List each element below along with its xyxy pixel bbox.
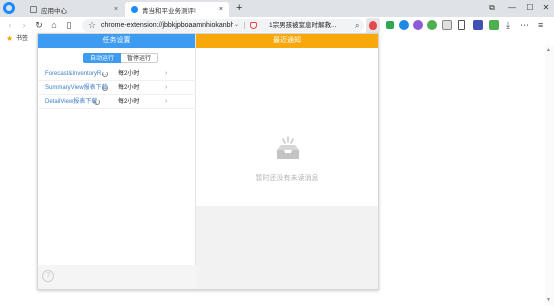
task-settings-panel: 任务设置 自动运行 暂停运行 Forecast&InventoryR... 每2… — [38, 34, 196, 289]
forward-icon[interactable]: › — [18, 19, 30, 31]
search-icon[interactable]: ⌕ — [355, 19, 359, 32]
notifications-footer — [196, 206, 378, 289]
chevron-right-icon[interactable]: › — [165, 67, 167, 81]
tab-bar: 应用中心 × 青当和平业务测评! × + ⧉ — ☐ ✕ — [0, 0, 554, 17]
extension-plus-icon[interactable] — [386, 21, 394, 29]
scroll-up-icon[interactable]: ▲ — [546, 47, 551, 53]
bookmark-label[interactable]: 书签 — [16, 34, 28, 45]
task-name[interactable]: SummaryView报表下载 — [45, 81, 108, 95]
task-name[interactable]: Forecast&InventoryR... — [45, 67, 106, 81]
new-tab-button[interactable]: + — [236, 2, 242, 15]
reload-icon[interactable]: ↻ — [33, 19, 45, 31]
extension-grid-icon[interactable] — [489, 20, 499, 30]
extension-popup: 任务设置 自动运行 暂停运行 Forecast&InventoryR... 每2… — [37, 33, 379, 290]
task-name[interactable]: DetailView报表下载 — [45, 95, 97, 109]
task-list: Forecast&InventoryR... 每2小时 › SummaryVie… — [38, 67, 196, 109]
tab-label: 青当和平业务测评! — [142, 7, 196, 15]
task-interval: 每2小时 — [118, 85, 140, 91]
home-icon[interactable]: ⌂ — [48, 19, 60, 31]
task-row[interactable]: Forecast&InventoryR... 每2小时 › — [38, 67, 196, 81]
task-row[interactable]: DetailView报表下载 每2小时 › — [38, 95, 196, 109]
tab-label: 应用中心 — [41, 7, 67, 15]
refresh-icon[interactable] — [94, 99, 100, 105]
left-footer: ? — [38, 265, 196, 289]
page-icon — [30, 6, 37, 13]
close-icon[interactable]: × — [219, 6, 223, 13]
window-close-icon[interactable]: ✕ — [536, 1, 554, 14]
help-icon[interactable]: ? — [42, 270, 54, 282]
address-bar[interactable]: ☆ chrome-extension://jbbkjpboaamnhiokanb… — [82, 19, 364, 32]
extension-window-icon[interactable] — [442, 20, 452, 30]
divider — [244, 22, 245, 29]
navigation-bar: ‹ › ↻ ⌂ ▯ ☆ chrome-extension://jbbkjpboa… — [0, 17, 554, 34]
extension-purple-icon[interactable] — [413, 20, 423, 30]
hot-search-text[interactable]: 1宗男孩被窒息时解救... — [269, 19, 353, 32]
task-settings-header: 任务设置 — [38, 34, 195, 48]
empty-message: 暂时还没有未读消息 — [255, 175, 319, 182]
extension-blue-icon[interactable] — [399, 20, 409, 30]
refresh-icon[interactable] — [102, 71, 108, 77]
tab-app-center[interactable]: 应用中心 × — [24, 2, 124, 17]
more-icon[interactable]: ⋯ — [520, 18, 529, 32]
back-icon[interactable]: ‹ — [4, 19, 16, 31]
tab-active[interactable]: 青当和平业务测评! × — [125, 2, 229, 17]
bookmark-star-icon[interactable]: ☆ — [88, 19, 96, 32]
chevron-right-icon[interactable]: › — [165, 95, 167, 109]
empty-inbox-icon — [277, 136, 299, 159]
pause-run-button[interactable]: 暂停运行 — [121, 53, 159, 63]
notifications-list: 暂时还没有未读消息 — [196, 48, 378, 206]
run-mode-toggle: 自动运行 暂停运行 — [83, 53, 159, 63]
chevron-right-icon[interactable]: › — [165, 81, 167, 95]
url-text[interactable]: chrome-extension://jbbkjpboaamnhiokanbhg… — [101, 19, 233, 32]
close-icon[interactable]: × — [114, 6, 118, 13]
browser-logo-icon[interactable] — [3, 2, 15, 14]
task-row[interactable]: SummaryView报表下载 每2小时 › — [38, 81, 196, 95]
notifications-panel: 最近通知 暂时还没有未读消息 — [196, 34, 378, 289]
reader-icon[interactable]: ▯ — [63, 19, 75, 31]
tab-search-icon[interactable]: ⧉ — [482, 1, 502, 14]
site-icon — [131, 6, 138, 13]
vertical-scrollbar[interactable]: ▲ ▼ — [545, 45, 554, 306]
chevron-down-icon[interactable]: ⌄ — [234, 19, 239, 32]
task-interval: 每2小时 — [118, 71, 140, 77]
notifications-header: 最近通知 — [196, 34, 378, 48]
extension-drop-icon — [369, 21, 377, 30]
auto-run-button[interactable]: 自动运行 — [83, 53, 122, 63]
shield-icon[interactable] — [250, 22, 257, 29]
extension-indigo-icon[interactable] — [473, 20, 483, 30]
scroll-down-icon[interactable]: ▼ — [546, 297, 551, 303]
bookmark-icon[interactable] — [458, 20, 465, 30]
extension-green-icon[interactable] — [427, 20, 437, 30]
minimize-icon[interactable]: — — [502, 1, 522, 14]
bookmark-star-icon[interactable]: ★ — [6, 33, 13, 45]
extension-active-button[interactable] — [366, 18, 380, 33]
menu-icon[interactable]: ≡ — [538, 18, 543, 32]
task-interval: 每2小时 — [118, 99, 140, 105]
refresh-icon[interactable] — [102, 85, 108, 91]
download-icon[interactable]: ⤓ — [506, 18, 510, 32]
